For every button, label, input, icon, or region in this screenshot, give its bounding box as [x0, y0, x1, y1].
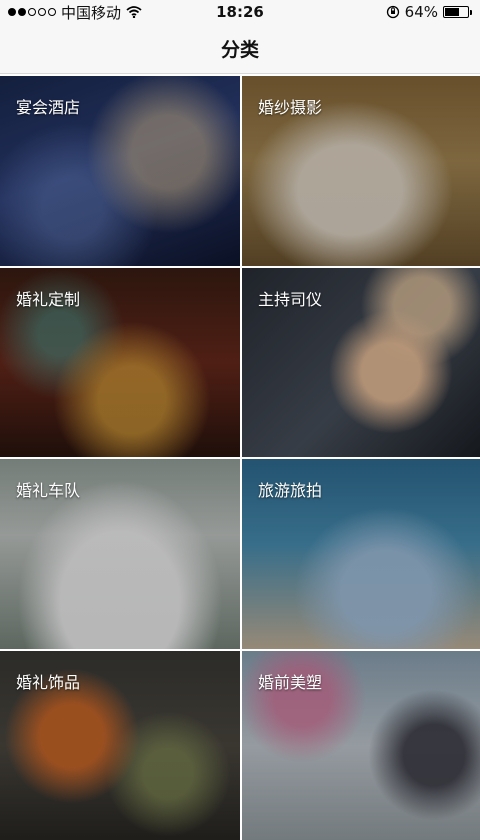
battery-icon [443, 6, 472, 18]
orientation-lock-icon [386, 5, 400, 19]
category-tile[interactable]: 宴会酒店 [0, 76, 240, 266]
category-tile[interactable]: 主持司仪 [242, 268, 480, 458]
category-label: 婚礼定制 [16, 286, 80, 310]
category-tile[interactable]: 婚纱摄影 [242, 76, 480, 266]
status-bar: 中国移动 18:26 64% [0, 0, 480, 24]
wifi-icon [126, 6, 142, 18]
category-tile[interactable]: 旅游旅拍 [242, 459, 480, 649]
signal-strength-icon [8, 8, 56, 16]
status-left: 中国移动 [8, 2, 142, 23]
navigation-bar: 分类 [0, 24, 480, 74]
category-label: 旅游旅拍 [258, 477, 322, 501]
category-tile[interactable]: 婚前美塑 [242, 651, 480, 840]
category-label: 婚前美塑 [258, 669, 322, 693]
category-label: 婚礼饰品 [16, 669, 80, 693]
battery-fill [445, 8, 459, 16]
page-title: 分类 [221, 35, 259, 62]
category-label: 婚纱摄影 [258, 94, 322, 118]
category-grid: 宴会酒店 婚纱摄影婚礼定制 主持司仪婚礼车队 旅游旅拍婚礼饰品 婚前美塑 [0, 74, 480, 800]
category-label: 婚礼车队 [16, 477, 80, 501]
category-label: 宴会酒店 [16, 94, 80, 118]
category-tile[interactable]: 婚礼定制 [0, 268, 240, 458]
status-right: 64% [386, 3, 472, 21]
category-tile[interactable]: 婚礼饰品 [0, 651, 240, 840]
category-label: 主持司仪 [258, 286, 322, 310]
category-tile[interactable]: 婚礼车队 [0, 459, 240, 649]
carrier-name: 中国移动 [61, 2, 121, 23]
battery-percent: 64% [405, 3, 438, 21]
